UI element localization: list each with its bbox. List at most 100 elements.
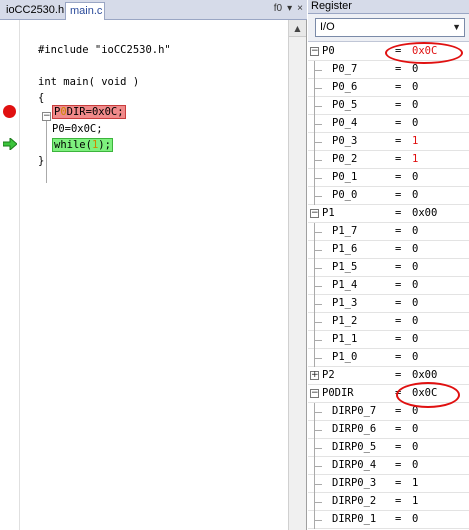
- register-name: P1_4: [332, 279, 358, 291]
- register-row[interactable]: + P2 = 0x00: [308, 367, 469, 385]
- register-row[interactable]: DIRP0_3 = 1: [308, 475, 469, 493]
- register-value[interactable]: 0x00: [412, 205, 437, 222]
- register-value[interactable]: 0: [412, 97, 418, 114]
- close-icon[interactable]: ×: [297, 3, 303, 14]
- scroll-up-icon[interactable]: ▲: [289, 20, 306, 37]
- current-statement: while(1);: [52, 138, 113, 152]
- code-line[interactable]: P0DIR=0x0C;: [52, 104, 126, 120]
- register-value[interactable]: 0: [412, 331, 418, 348]
- code-line[interactable]: }: [38, 153, 44, 169]
- register-name: DIRP0_2: [332, 495, 377, 507]
- equals-sign: =: [395, 261, 402, 273]
- register-value[interactable]: 0: [412, 115, 418, 132]
- register-row[interactable]: P0_1 = 0: [308, 169, 469, 187]
- register-name: P1: [322, 207, 335, 219]
- code-line[interactable]: P0=0x0C;: [52, 121, 103, 137]
- tree-line: [314, 520, 322, 521]
- code-line[interactable]: {: [38, 90, 44, 106]
- register-value[interactable]: 1: [412, 133, 418, 150]
- tree-line: [314, 304, 322, 305]
- register-row[interactable]: DIRP0_6 = 0: [308, 421, 469, 439]
- current-statement-arrow-icon: [3, 138, 17, 150]
- register-row[interactable]: P0_2 = 1: [308, 151, 469, 169]
- register-row[interactable]: P0_6 = 0: [308, 79, 469, 97]
- register-value[interactable]: 0: [412, 169, 418, 186]
- code-line[interactable]: while(1);: [52, 137, 113, 153]
- register-row[interactable]: P1_1 = 0: [308, 331, 469, 349]
- annotation-circle-p0dir: [396, 382, 460, 408]
- register-name: DIRP0_4: [332, 459, 377, 471]
- register-value[interactable]: 0: [412, 295, 418, 312]
- code-line[interactable]: int main( void ): [38, 74, 139, 90]
- tree-line: [314, 70, 322, 71]
- fold-minus-icon[interactable]: −: [42, 112, 51, 121]
- register-group-select[interactable]: I/O ▼: [315, 18, 465, 37]
- equals-sign: =: [395, 369, 402, 381]
- register-value[interactable]: 0: [412, 277, 418, 294]
- register-value[interactable]: 0: [412, 421, 418, 438]
- code-text: P0=0x0C;: [52, 123, 103, 135]
- register-row[interactable]: P1_6 = 0: [308, 241, 469, 259]
- register-name: P0_5: [332, 99, 358, 111]
- chevron-down-icon: ▼: [452, 22, 461, 32]
- register-name: DIRP0_1: [332, 513, 377, 525]
- register-row[interactable]: DIRP0_4 = 0: [308, 457, 469, 475]
- register-value[interactable]: 0: [412, 313, 418, 330]
- equals-sign: =: [395, 441, 402, 453]
- register-row[interactable]: P1_4 = 0: [308, 277, 469, 295]
- register-value[interactable]: 0: [412, 259, 418, 276]
- register-value[interactable]: 0: [412, 511, 418, 528]
- equals-sign: =: [395, 297, 402, 309]
- tab-main-c[interactable]: main.c: [65, 2, 105, 20]
- tree-line: [314, 358, 322, 359]
- register-row[interactable]: P0_0 = 0: [308, 187, 469, 205]
- register-row[interactable]: P0_4 = 0: [308, 115, 469, 133]
- register-value[interactable]: 1: [412, 151, 418, 168]
- editor-gutter[interactable]: [0, 20, 20, 530]
- collapse-minus-icon[interactable]: −: [310, 389, 319, 398]
- code-line[interactable]: #include "ioCC2530.h": [38, 42, 171, 58]
- register-value[interactable]: 0: [412, 241, 418, 258]
- register-value[interactable]: 1: [412, 475, 418, 492]
- register-row[interactable]: P1_0 = 0: [308, 349, 469, 367]
- tree-line: [314, 160, 322, 161]
- register-row[interactable]: P0_7 = 0: [308, 61, 469, 79]
- register-value[interactable]: 0: [412, 187, 418, 204]
- register-name: P0_2: [332, 153, 358, 165]
- equals-sign: =: [395, 495, 402, 507]
- register-row[interactable]: P1_2 = 0: [308, 313, 469, 331]
- tree-line: [314, 232, 322, 233]
- register-window-title: Register: [308, 0, 469, 14]
- register-list[interactable]: − P0 = 0x0C P0_7 = 0 P0_6 = 0 P0_5 = 0 P0_4 = 0 P0_3 = 1 P0…: [308, 42, 469, 530]
- register-row[interactable]: P1_7 = 0: [308, 223, 469, 241]
- register-row[interactable]: DIRP0_1 = 0: [308, 511, 469, 529]
- equals-sign: =: [395, 513, 402, 525]
- register-name: P1_7: [332, 225, 358, 237]
- expand-plus-icon[interactable]: +: [310, 371, 319, 380]
- code-text: #include "ioCC2530.h": [38, 44, 171, 56]
- breakpoint-icon[interactable]: [3, 105, 16, 118]
- register-name: P0: [322, 45, 335, 57]
- tab-iocc2530-h[interactable]: ioCC2530.h: [2, 2, 64, 20]
- register-row[interactable]: P1_3 = 0: [308, 295, 469, 313]
- register-value[interactable]: 0: [412, 439, 418, 456]
- collapse-minus-icon[interactable]: −: [310, 47, 319, 56]
- editor-vertical-scrollbar[interactable]: ▲: [288, 20, 306, 530]
- code-editor[interactable]: − #include "ioCC2530.h" int main( void ) {…: [20, 20, 286, 530]
- function-dropdown[interactable]: f0 ▾ ×: [269, 3, 303, 14]
- register-row[interactable]: − P1 = 0x00: [308, 205, 469, 223]
- register-row[interactable]: DIRP0_2 = 1: [308, 493, 469, 511]
- register-value[interactable]: 0: [412, 79, 418, 96]
- register-row[interactable]: P1_5 = 0: [308, 259, 469, 277]
- collapse-minus-icon[interactable]: −: [310, 209, 319, 218]
- register-value[interactable]: 0: [412, 349, 418, 366]
- register-value[interactable]: 0: [412, 457, 418, 474]
- register-row[interactable]: P0_5 = 0: [308, 97, 469, 115]
- register-name: P1_2: [332, 315, 358, 327]
- equals-sign: =: [395, 117, 402, 129]
- register-row[interactable]: P0_3 = 1: [308, 133, 469, 151]
- register-value[interactable]: 0: [412, 223, 418, 240]
- register-row[interactable]: DIRP0_5 = 0: [308, 439, 469, 457]
- register-name: P1_6: [332, 243, 358, 255]
- register-value[interactable]: 1: [412, 493, 418, 510]
